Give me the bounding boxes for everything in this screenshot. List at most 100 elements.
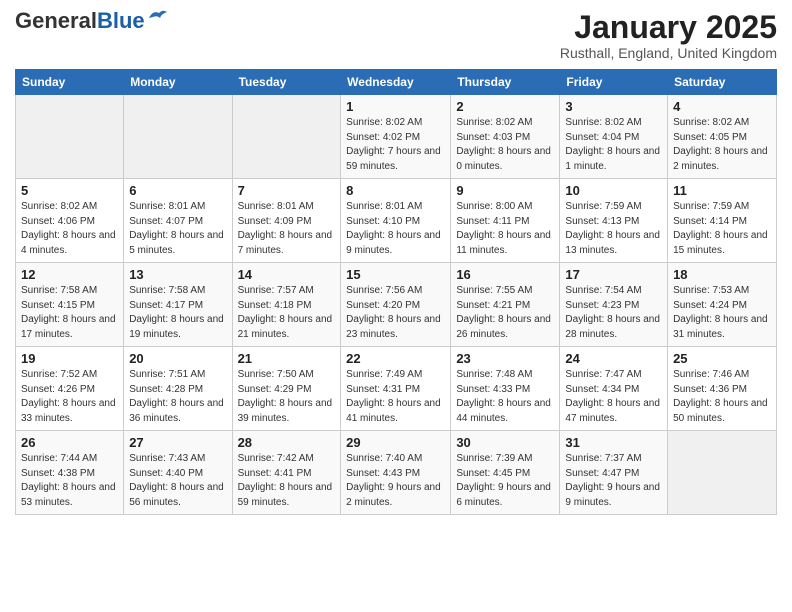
day-info: Sunrise: 7:39 AM Sunset: 4:45 PM Dayligh…: [456, 452, 554, 510]
day-number: 9: [456, 183, 554, 198]
calendar-cell: 8 Sunrise: 8:01 AM Sunset: 4:10 PM Daylig…: [341, 179, 451, 263]
calendar-cell: 23 Sunrise: 7:48 AM Sunset: 4:33 PM Dayli…: [451, 347, 560, 431]
day-info: Sunrise: 7:53 AM Sunset: 4:24 PM Dayligh…: [673, 284, 771, 342]
day-number: 30: [456, 435, 554, 450]
calendar-cell: 7 Sunrise: 8:01 AM Sunset: 4:09 PM Daylig…: [232, 179, 341, 263]
calendar-cell: 26 Sunrise: 7:44 AM Sunset: 4:38 PM Dayli…: [16, 431, 124, 515]
calendar-week-row: 5Sunrise: 8:02 AM Sunset: 4:06 PM Daylig…: [16, 179, 777, 263]
calendar-cell: 17 Sunrise: 7:54 AM Sunset: 4:23 PM Dayli…: [560, 263, 668, 347]
day-number: 23: [456, 351, 554, 366]
day-number: 15: [346, 267, 445, 282]
calendar-cell: 28 Sunrise: 7:42 AM Sunset: 4:41 PM Dayli…: [232, 431, 341, 515]
day-number: 10: [565, 183, 662, 198]
day-number: 8: [346, 183, 445, 198]
day-info: Sunrise: 7:59 AM Sunset: 4:13 PM Dayligh…: [565, 200, 662, 258]
day-info: Sunrise: 7:56 AM Sunset: 4:20 PM Dayligh…: [346, 284, 445, 342]
day-info: Sunrise: 7:43 AM Sunset: 4:40 PM Dayligh…: [129, 452, 226, 510]
calendar-cell: 4 Sunrise: 8:02 AM Sunset: 4:05 PM Daylig…: [668, 95, 777, 179]
calendar-cell: 1 Sunrise: 8:02 AM Sunset: 4:02 PM Daylig…: [341, 95, 451, 179]
calendar-cell: [232, 95, 341, 179]
day-info: Sunrise: 7:49 AM Sunset: 4:31 PM Dayligh…: [346, 368, 445, 426]
calendar-week-row: 12Sunrise: 7:58 AM Sunset: 4:15 PM Dayli…: [16, 263, 777, 347]
day-info: Sunrise: 8:02 AM Sunset: 4:03 PM Dayligh…: [456, 116, 554, 174]
day-info: Sunrise: 7:58 AM Sunset: 4:15 PM Dayligh…: [21, 284, 118, 342]
day-number: 13: [129, 267, 226, 282]
day-info: Sunrise: 7:55 AM Sunset: 4:21 PM Dayligh…: [456, 284, 554, 342]
calendar-cell: 5Sunrise: 8:02 AM Sunset: 4:06 PM Daylig…: [16, 179, 124, 263]
weekday-header-sunday: Sunday: [16, 70, 124, 95]
day-number: 25: [673, 351, 771, 366]
day-info: Sunrise: 7:59 AM Sunset: 4:14 PM Dayligh…: [673, 200, 771, 258]
calendar-cell: 25 Sunrise: 7:46 AM Sunset: 4:36 PM Dayli…: [668, 347, 777, 431]
day-number: 16: [456, 267, 554, 282]
day-info: Sunrise: 8:00 AM Sunset: 4:11 PM Dayligh…: [456, 200, 554, 258]
day-info: Sunrise: 7:51 AM Sunset: 4:28 PM Dayligh…: [129, 368, 226, 426]
day-number: 19: [21, 351, 118, 366]
day-number: 4: [673, 99, 771, 114]
day-info: Sunrise: 7:37 AM Sunset: 4:47 PM Dayligh…: [565, 452, 662, 510]
day-info: Sunrise: 7:40 AM Sunset: 4:43 PM Dayligh…: [346, 452, 445, 510]
calendar-cell: 30 Sunrise: 7:39 AM Sunset: 4:45 PM Dayli…: [451, 431, 560, 515]
day-number: 21: [238, 351, 336, 366]
day-info: Sunrise: 7:52 AM Sunset: 4:26 PM Dayligh…: [21, 368, 118, 426]
day-number: 2: [456, 99, 554, 114]
calendar-cell: 6Sunrise: 8:01 AM Sunset: 4:07 PM Daylig…: [124, 179, 232, 263]
day-info: Sunrise: 7:54 AM Sunset: 4:23 PM Dayligh…: [565, 284, 662, 342]
day-info: Sunrise: 8:02 AM Sunset: 4:02 PM Dayligh…: [346, 116, 445, 174]
weekday-header-friday: Friday: [560, 70, 668, 95]
day-number: 22: [346, 351, 445, 366]
day-info: Sunrise: 8:01 AM Sunset: 4:07 PM Dayligh…: [129, 200, 226, 258]
calendar-week-row: 26 Sunrise: 7:44 AM Sunset: 4:38 PM Dayli…: [16, 431, 777, 515]
calendar-cell: 11Sunrise: 7:59 AM Sunset: 4:14 PM Dayli…: [668, 179, 777, 263]
calendar-cell: 18 Sunrise: 7:53 AM Sunset: 4:24 PM Dayli…: [668, 263, 777, 347]
calendar-cell: 9 Sunrise: 8:00 AM Sunset: 4:11 PM Daylig…: [451, 179, 560, 263]
day-info: Sunrise: 7:44 AM Sunset: 4:38 PM Dayligh…: [21, 452, 118, 510]
day-info: Sunrise: 7:58 AM Sunset: 4:17 PM Dayligh…: [129, 284, 226, 342]
calendar-cell: 3 Sunrise: 8:02 AM Sunset: 4:04 PM Daylig…: [560, 95, 668, 179]
day-info: Sunrise: 7:46 AM Sunset: 4:36 PM Dayligh…: [673, 368, 771, 426]
calendar-cell: 14Sunrise: 7:57 AM Sunset: 4:18 PM Dayli…: [232, 263, 341, 347]
day-number: 31: [565, 435, 662, 450]
day-info: Sunrise: 7:48 AM Sunset: 4:33 PM Dayligh…: [456, 368, 554, 426]
day-number: 1: [346, 99, 445, 114]
calendar-cell: 27 Sunrise: 7:43 AM Sunset: 4:40 PM Dayli…: [124, 431, 232, 515]
day-info: Sunrise: 7:57 AM Sunset: 4:18 PM Dayligh…: [238, 284, 336, 342]
calendar-week-row: 19 Sunrise: 7:52 AM Sunset: 4:26 PM Dayli…: [16, 347, 777, 431]
weekday-header-wednesday: Wednesday: [341, 70, 451, 95]
day-number: 29: [346, 435, 445, 450]
day-info: Sunrise: 7:42 AM Sunset: 4:41 PM Dayligh…: [238, 452, 336, 510]
calendar-table: SundayMondayTuesdayWednesdayThursdayFrid…: [15, 69, 777, 515]
day-info: Sunrise: 8:02 AM Sunset: 4:05 PM Dayligh…: [673, 116, 771, 174]
day-number: 18: [673, 267, 771, 282]
day-info: Sunrise: 8:01 AM Sunset: 4:09 PM Dayligh…: [238, 200, 336, 258]
weekday-header-row: SundayMondayTuesdayWednesdayThursdayFrid…: [16, 70, 777, 95]
logo-text: GeneralBlue: [15, 10, 145, 32]
title-block: January 2025 Rusthall, England, United K…: [560, 10, 777, 61]
calendar-cell: 21Sunrise: 7:50 AM Sunset: 4:29 PM Dayli…: [232, 347, 341, 431]
day-info: Sunrise: 8:01 AM Sunset: 4:10 PM Dayligh…: [346, 200, 445, 258]
day-number: 27: [129, 435, 226, 450]
logo-bird-icon: [147, 8, 169, 26]
day-info: Sunrise: 8:02 AM Sunset: 4:06 PM Dayligh…: [21, 200, 118, 258]
day-number: 26: [21, 435, 118, 450]
day-info: Sunrise: 8:02 AM Sunset: 4:04 PM Dayligh…: [565, 116, 662, 174]
day-number: 3: [565, 99, 662, 114]
calendar-cell: 10 Sunrise: 7:59 AM Sunset: 4:13 PM Dayli…: [560, 179, 668, 263]
calendar-cell: 31 Sunrise: 7:37 AM Sunset: 4:47 PM Dayli…: [560, 431, 668, 515]
weekday-header-monday: Monday: [124, 70, 232, 95]
calendar-cell: 13 Sunrise: 7:58 AM Sunset: 4:17 PM Dayli…: [124, 263, 232, 347]
calendar-cell: 2 Sunrise: 8:02 AM Sunset: 4:03 PM Daylig…: [451, 95, 560, 179]
day-number: 28: [238, 435, 336, 450]
calendar-cell: [16, 95, 124, 179]
calendar-cell: 16 Sunrise: 7:55 AM Sunset: 4:21 PM Dayli…: [451, 263, 560, 347]
month-title: January 2025: [560, 10, 777, 45]
calendar-cell: 29 Sunrise: 7:40 AM Sunset: 4:43 PM Dayli…: [341, 431, 451, 515]
location: Rusthall, England, United Kingdom: [560, 45, 777, 61]
weekday-header-saturday: Saturday: [668, 70, 777, 95]
page-header: GeneralBlue January 2025 Rusthall, Engla…: [15, 10, 777, 61]
weekday-header-thursday: Thursday: [451, 70, 560, 95]
day-number: 7: [238, 183, 336, 198]
day-number: 17: [565, 267, 662, 282]
calendar-cell: 24Sunrise: 7:47 AM Sunset: 4:34 PM Dayli…: [560, 347, 668, 431]
calendar-cell: 20Sunrise: 7:51 AM Sunset: 4:28 PM Dayli…: [124, 347, 232, 431]
